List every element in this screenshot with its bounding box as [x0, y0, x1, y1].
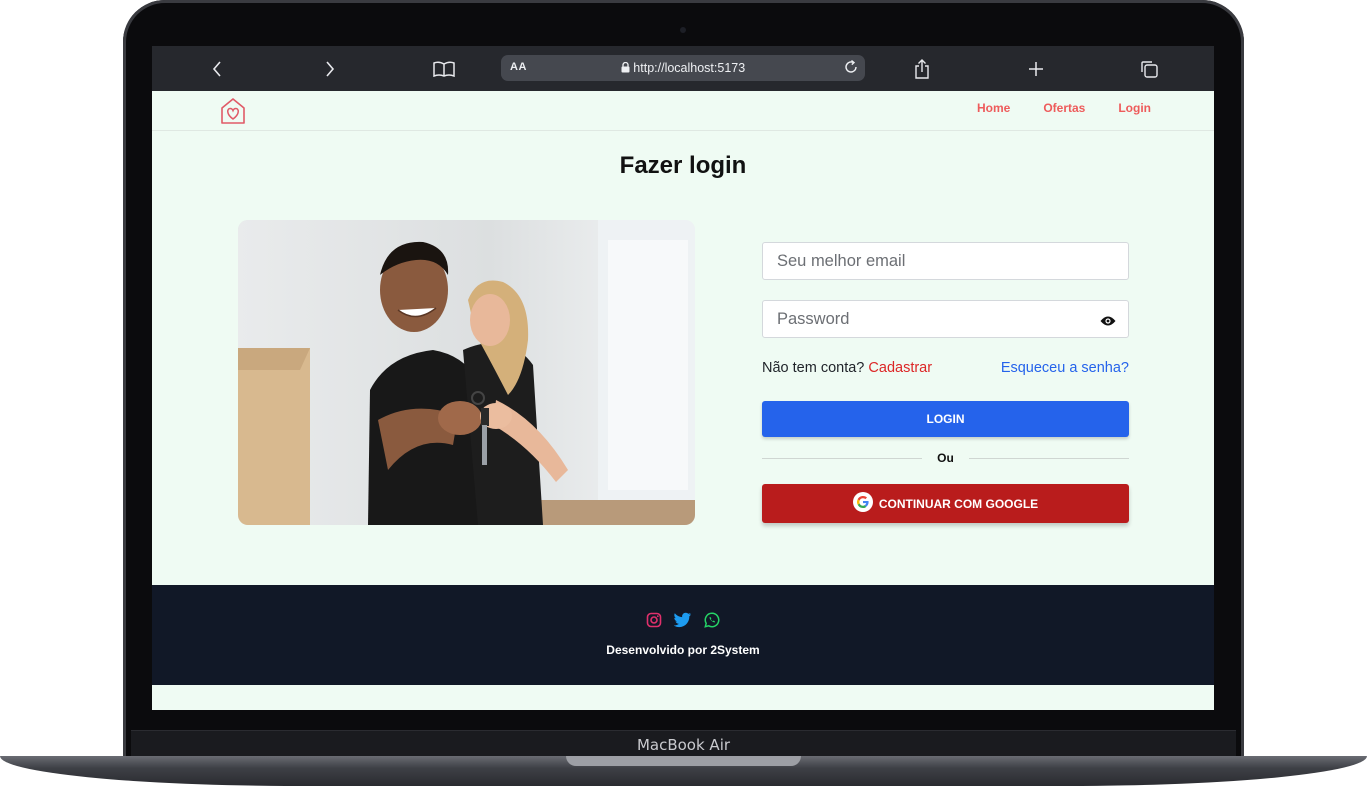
- no-account-label: Não tem conta?: [762, 360, 865, 376]
- share-icon[interactable]: [911, 46, 933, 91]
- browser-toolbar: AA http://localhost:5173: [152, 46, 1214, 91]
- social-links: [152, 612, 1214, 633]
- house-heart-icon[interactable]: [219, 96, 247, 131]
- whatsapp-icon[interactable]: [704, 612, 720, 633]
- page-title: Fazer login: [619, 152, 747, 179]
- lock-icon: [621, 61, 633, 75]
- forward-icon[interactable]: [318, 46, 342, 91]
- address-bar[interactable]: AA http://localhost:5173: [501, 55, 865, 81]
- google-icon: [852, 492, 873, 515]
- site-footer: Desenvolvido por 2System: [152, 585, 1214, 685]
- password-field[interactable]: Password: [762, 300, 1129, 338]
- back-icon[interactable]: [205, 46, 229, 91]
- reload-icon[interactable]: [843, 59, 859, 78]
- email-field[interactable]: Seu melhor email: [762, 242, 1129, 280]
- register-link[interactable]: Cadastrar: [868, 360, 932, 376]
- nav-ofertas-link[interactable]: Ofertas: [1043, 101, 1085, 115]
- google-button-label: CONTINUAR COM GOOGLE: [878, 496, 1039, 511]
- model-label: MacBook Air: [636, 736, 731, 754]
- footer-credit: Desenvolvido por 2System: [606, 643, 760, 657]
- auth-links-row: Não tem conta? Cadastrar Esqueceu a senh…: [762, 360, 1129, 376]
- laptop-notch: [566, 756, 801, 766]
- nav-links: Home Ofertas Login: [977, 101, 1151, 115]
- login-button[interactable]: LOGIN: [762, 401, 1129, 437]
- forgot-password-link[interactable]: Esqueceu a senha?: [1001, 360, 1129, 376]
- bookmarks-icon[interactable]: [432, 46, 456, 91]
- email-placeholder: Seu melhor email: [777, 251, 906, 270]
- camera-dot: [680, 27, 686, 33]
- couple-with-keys-photo: [238, 220, 695, 525]
- nav-login-link[interactable]: Login: [1118, 101, 1151, 115]
- screen: AA http://localhost:5173 Home Ofertas Lo…: [152, 46, 1214, 710]
- or-divider: Ou: [762, 450, 1129, 466]
- divider-line-right: [969, 458, 1129, 459]
- laptop-bezel-bottom: MacBook Air: [131, 730, 1236, 758]
- site-header: Home Ofertas Login: [152, 91, 1214, 131]
- twitter-icon[interactable]: [673, 612, 692, 633]
- nav-home-link[interactable]: Home: [977, 101, 1010, 115]
- password-placeholder: Password: [777, 309, 850, 328]
- eye-icon[interactable]: [1100, 313, 1116, 332]
- tabs-icon[interactable]: [1138, 46, 1160, 91]
- new-tab-icon[interactable]: [1025, 46, 1047, 91]
- url-text: http://localhost:5173: [633, 61, 746, 75]
- google-login-button[interactable]: CONTINUAR COM GOOGLE: [762, 484, 1129, 523]
- instagram-icon[interactable]: [646, 612, 662, 633]
